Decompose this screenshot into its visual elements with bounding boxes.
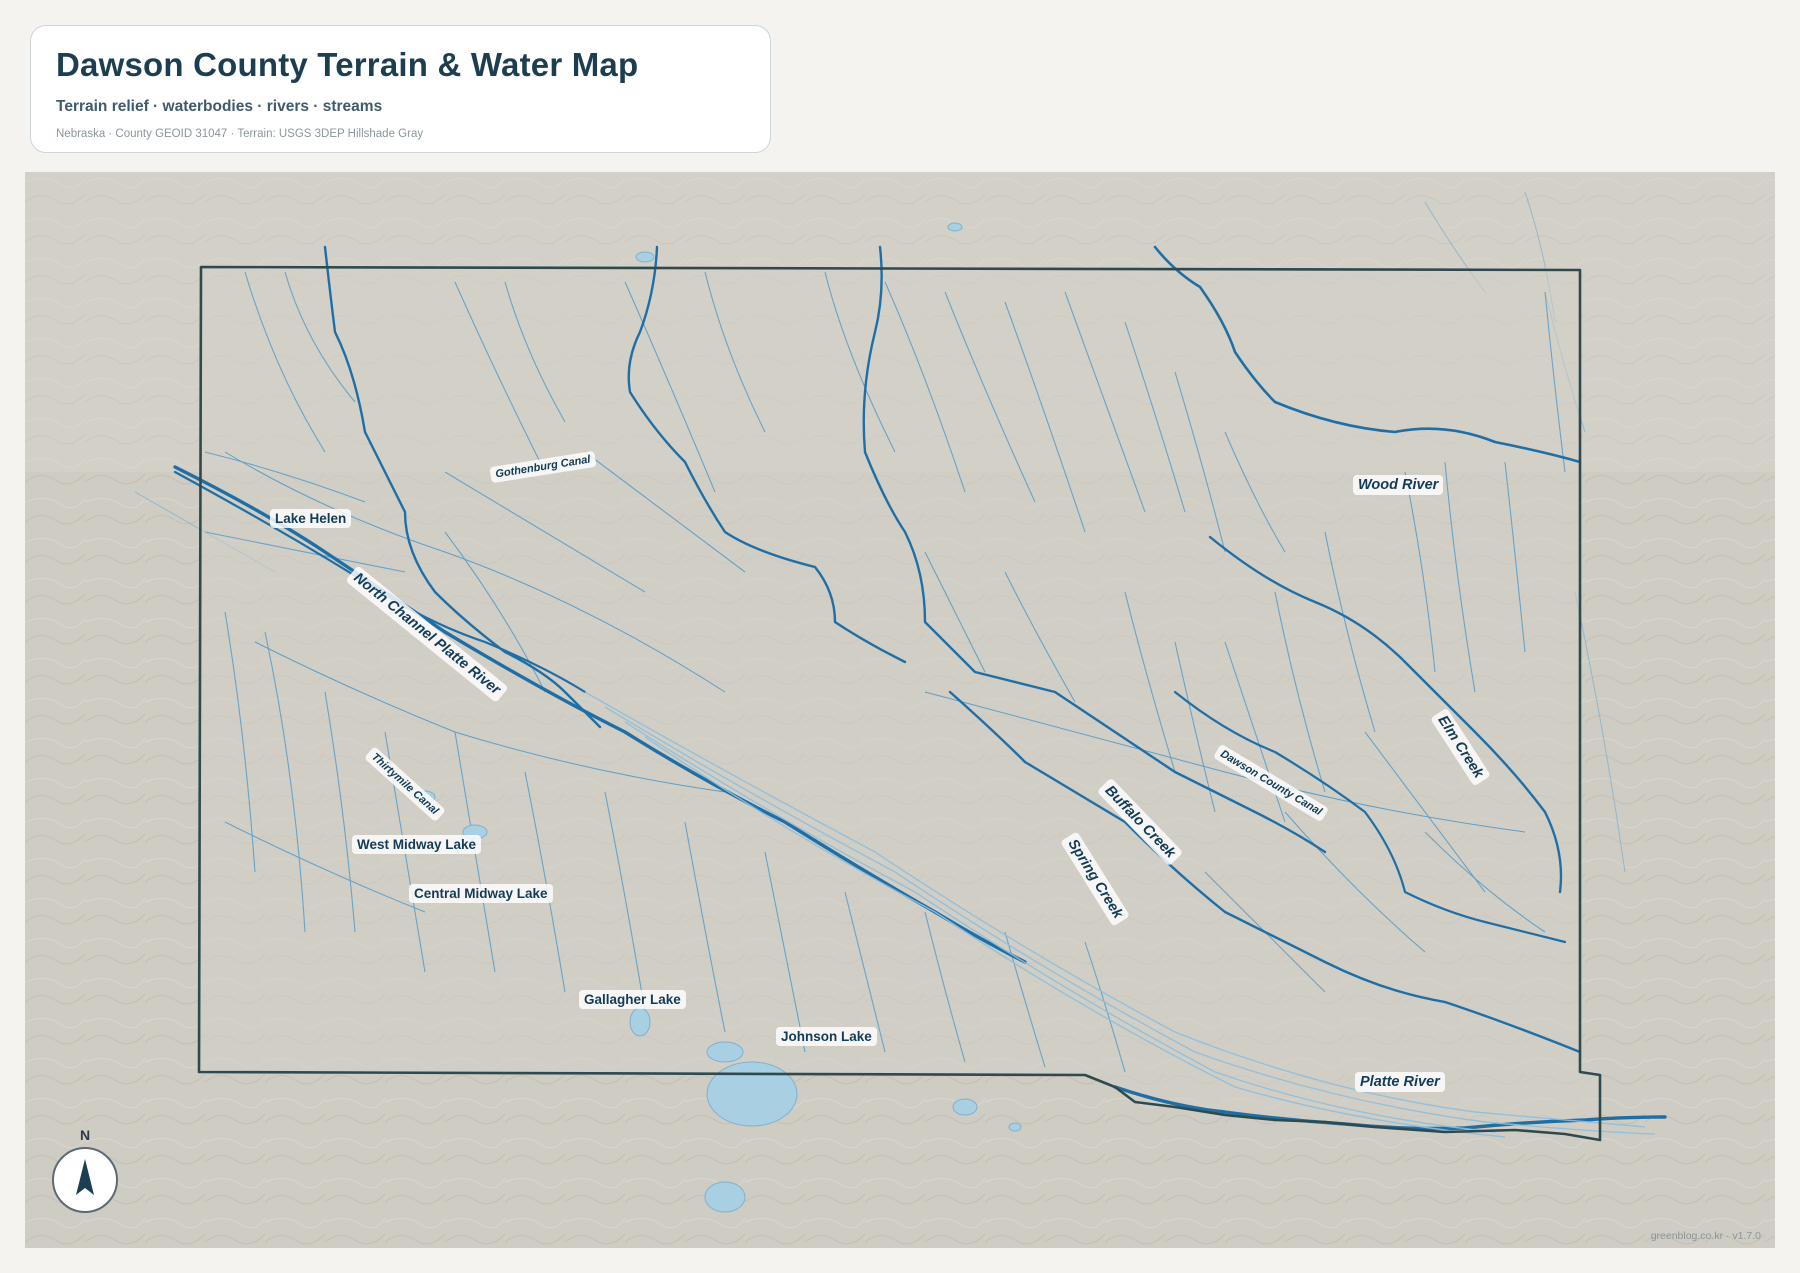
label-platte-river: Platte River: [1355, 1072, 1445, 1092]
north-label: N: [79, 1127, 91, 1143]
label-central-midway-lake: Central Midway Lake: [409, 884, 553, 903]
map-svg: [25, 172, 1775, 1248]
page-title: Dawson County Terrain & Water Map: [56, 46, 639, 83]
label-gallagher-lake: Gallagher Lake: [579, 990, 686, 1009]
title-card: Dawson County Terrain & Water Map Terrai…: [30, 25, 771, 153]
north-arrow-icon: [76, 1159, 94, 1195]
label-wood-river: Wood River: [1353, 475, 1444, 495]
north-compass: N: [50, 1127, 120, 1227]
page-subtitle: Terrain relief · waterbodies · rivers · …: [56, 98, 383, 115]
label-lake-helen: Lake Helen: [270, 509, 352, 528]
county-fill: [199, 267, 1600, 1140]
label-west-midway-lake: West Midway Lake: [352, 835, 482, 854]
johnson-lake-shape: [706, 1061, 798, 1127]
label-johnson-lake: Johnson Lake: [776, 1027, 877, 1046]
map-credit: greenblog.co.kr · v1.7.0: [1650, 1230, 1761, 1242]
compass-circle: [52, 1147, 118, 1213]
map-canvas[interactable]: Lake Helen West Midway Lake Central Midw…: [25, 172, 1775, 1248]
source-meta: Nebraska · County GEOID 31047 · Terrain:…: [56, 128, 424, 140]
